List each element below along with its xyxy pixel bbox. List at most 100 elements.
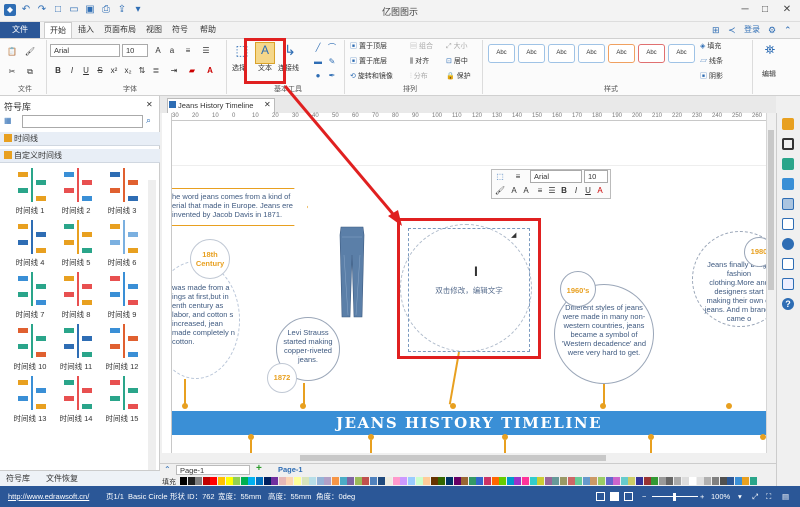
tab-insert[interactable]: 插入 bbox=[74, 22, 98, 38]
zoom-slider-thumb[interactable] bbox=[673, 493, 676, 501]
color-swatch[interactable] bbox=[301, 477, 309, 485]
font-color-icon[interactable]: A bbox=[204, 65, 216, 77]
collapse-ribbon-icon[interactable]: ⌃ bbox=[784, 24, 792, 36]
timeline-thumbnail[interactable] bbox=[14, 166, 50, 204]
float-bold-icon[interactable]: B bbox=[558, 185, 570, 197]
highlight-icon[interactable]: ▰ bbox=[186, 65, 198, 77]
style-preset-6[interactable]: Abc bbox=[638, 44, 665, 63]
float-align-icon[interactable]: ≡ bbox=[534, 185, 546, 197]
undo-icon[interactable]: ↶ bbox=[20, 4, 32, 16]
color-swatch[interactable] bbox=[309, 477, 317, 485]
underline-icon[interactable]: U bbox=[80, 65, 92, 77]
page-nav-up-icon[interactable]: ⌃ bbox=[164, 465, 171, 474]
style-preset-7[interactable]: Abc bbox=[668, 44, 695, 63]
color-swatch[interactable] bbox=[537, 477, 545, 485]
superscript-icon[interactable]: x² bbox=[108, 65, 120, 77]
color-swatch[interactable] bbox=[362, 477, 370, 485]
color-swatch[interactable] bbox=[408, 477, 415, 485]
minimize-button[interactable]: ─ bbox=[736, 3, 754, 17]
color-swatch[interactable] bbox=[734, 477, 742, 485]
add-page-icon[interactable]: + bbox=[256, 463, 262, 474]
color-swatch[interactable] bbox=[582, 477, 590, 485]
bring-to-front-button[interactable]: ▣ 置于顶层 bbox=[350, 42, 387, 52]
color-swatch[interactable] bbox=[415, 477, 423, 485]
view-fit-icon[interactable] bbox=[610, 492, 619, 501]
tab-file-recovery[interactable]: 文件恢复 bbox=[46, 473, 78, 484]
settings-icon[interactable]: ⚙ bbox=[768, 24, 776, 36]
tab-symbols[interactable]: 符号 bbox=[168, 22, 192, 38]
document-tab[interactable]: Jeans History Timeline bbox=[167, 98, 275, 113]
color-swatch[interactable] bbox=[590, 477, 598, 485]
color-swatch[interactable] bbox=[248, 477, 256, 485]
color-swatch[interactable] bbox=[674, 477, 681, 485]
color-swatch[interactable] bbox=[453, 477, 461, 485]
align-button[interactable]: ⫼ 对齐 bbox=[410, 57, 429, 67]
help-icon[interactable]: ? bbox=[782, 298, 794, 310]
color-swatch[interactable] bbox=[499, 477, 507, 485]
text-direction-icon[interactable]: ⇅ bbox=[136, 65, 148, 77]
library-menu-icon[interactable]: ▦ bbox=[4, 116, 16, 128]
timeline-thumbnail[interactable] bbox=[106, 374, 142, 412]
color-swatch[interactable] bbox=[628, 477, 636, 485]
send-to-back-button[interactable]: ▣ 置于底层 bbox=[350, 57, 387, 67]
color-swatch[interactable] bbox=[461, 477, 469, 485]
float-underline-icon[interactable]: U bbox=[582, 185, 594, 197]
color-swatch[interactable] bbox=[704, 477, 712, 485]
timeline-banner[interactable]: JEANS HISTORY TIMELINE bbox=[172, 411, 766, 435]
font-size-select[interactable]: 10 bbox=[122, 44, 148, 57]
color-swatch[interactable] bbox=[689, 477, 697, 485]
color-swatch[interactable] bbox=[263, 477, 271, 485]
indent-icon[interactable]: ⇥ bbox=[168, 65, 180, 77]
color-swatch[interactable] bbox=[202, 477, 210, 485]
data-panel-icon[interactable] bbox=[782, 258, 794, 270]
color-swatch[interactable] bbox=[750, 477, 757, 485]
document-tab-close-icon[interactable]: ✕ bbox=[264, 100, 271, 109]
color-swatch[interactable] bbox=[339, 477, 347, 485]
color-swatch[interactable] bbox=[377, 477, 385, 485]
timeline-thumbnail[interactable] bbox=[14, 374, 50, 412]
increase-font-icon[interactable]: A bbox=[152, 45, 164, 57]
tab-help[interactable]: 帮助 bbox=[196, 22, 220, 38]
color-swatch[interactable] bbox=[552, 477, 560, 485]
style-preset-1[interactable]: Abc bbox=[488, 44, 515, 63]
paragraph-icon[interactable]: ≡ bbox=[182, 45, 194, 57]
quick-access-dropdown-icon[interactable]: ▾ bbox=[132, 4, 144, 16]
line-tool-icon[interactable]: ╱ bbox=[312, 42, 324, 54]
layers-icon[interactable]: ▤ bbox=[782, 486, 789, 507]
color-swatch[interactable] bbox=[620, 477, 628, 485]
fit-width-icon[interactable]: ⤢ bbox=[752, 486, 758, 507]
zoom-in-icon[interactable]: + bbox=[700, 486, 704, 507]
color-swatch[interactable] bbox=[514, 477, 522, 485]
timeline-thumbnail[interactable] bbox=[60, 270, 96, 308]
timeline-thumbnail[interactable] bbox=[60, 374, 96, 412]
color-swatch[interactable] bbox=[218, 477, 225, 485]
protect-button[interactable]: 🔒 保护 bbox=[446, 72, 471, 82]
share-icon[interactable]: ≺ bbox=[728, 24, 736, 36]
line-panel-icon[interactable] bbox=[782, 138, 794, 150]
ellipse-tool-icon[interactable]: ● bbox=[312, 70, 324, 82]
align-text-icon[interactable]: ≣ bbox=[150, 65, 162, 77]
color-swatch[interactable] bbox=[332, 477, 339, 485]
new-file-icon[interactable]: □ bbox=[52, 4, 64, 16]
bold-icon[interactable]: B bbox=[52, 65, 64, 77]
style-preset-3[interactable]: Abc bbox=[548, 44, 575, 63]
color-swatch[interactable] bbox=[468, 477, 476, 485]
color-swatch[interactable] bbox=[529, 477, 537, 485]
format-painter-icon[interactable]: 🖌 bbox=[24, 46, 36, 58]
zoom-dropdown-icon[interactable]: ▾ bbox=[738, 486, 742, 507]
tab-home[interactable]: 开始 bbox=[44, 22, 72, 38]
line-button[interactable]: ▱ 线条 bbox=[700, 57, 723, 67]
color-swatch[interactable] bbox=[187, 477, 195, 485]
color-swatch[interactable] bbox=[392, 477, 400, 485]
view-full-icon[interactable] bbox=[624, 492, 633, 501]
color-swatch[interactable] bbox=[681, 477, 689, 485]
color-swatch[interactable] bbox=[484, 477, 491, 485]
color-swatch[interactable] bbox=[643, 477, 651, 485]
color-swatch[interactable] bbox=[430, 477, 438, 485]
app-store-icon[interactable]: ⊞ bbox=[712, 24, 720, 36]
vertical-scroll-thumb[interactable] bbox=[768, 130, 774, 290]
color-swatch[interactable] bbox=[598, 477, 605, 485]
website-link[interactable]: http://www.edrawsoft.cn/ bbox=[8, 486, 89, 507]
comment-panel-icon[interactable] bbox=[782, 278, 794, 290]
open-file-icon[interactable]: ▭ bbox=[68, 4, 80, 16]
